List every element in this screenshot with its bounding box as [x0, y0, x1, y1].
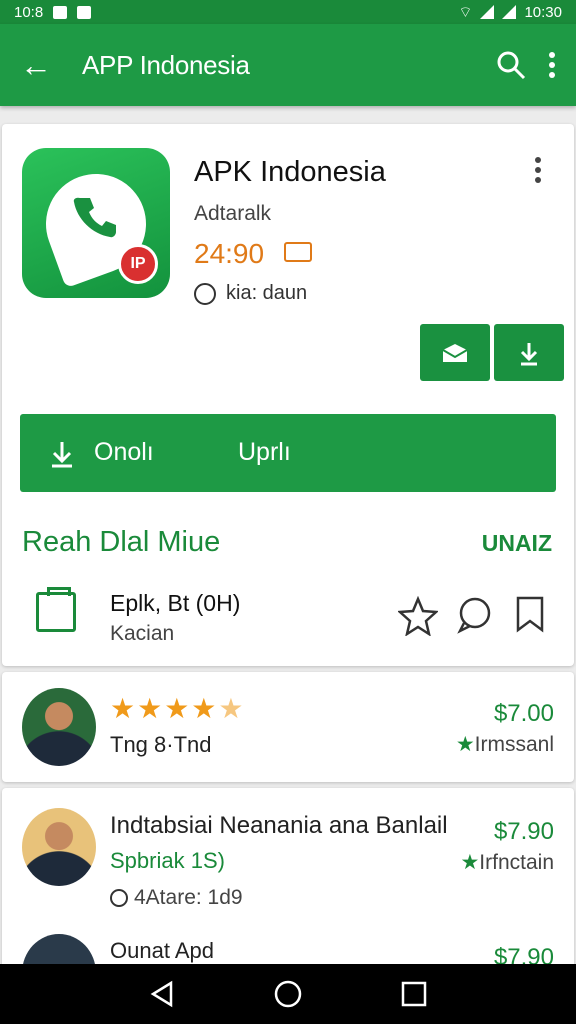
- star-outline-icon[interactable]: [398, 596, 438, 636]
- app-bar: ← APP Indonesia: [0, 24, 576, 106]
- review-card[interactable]: ★★★★★ Tng 8·Tnd $7.00 ★Irmssanl: [2, 672, 574, 782]
- more-vert-icon[interactable]: [548, 51, 556, 79]
- review-name: Ounat Apd: [110, 938, 214, 963]
- status-time-left: 10:8: [14, 3, 44, 21]
- install-label-left: Onolı: [94, 438, 154, 466]
- system-nav-bar: [0, 964, 576, 1024]
- review-price: $7.90: [493, 818, 554, 845]
- info-icon: [194, 282, 216, 305]
- section-link[interactable]: UNAIZ: [482, 530, 552, 557]
- section-title: Reah Dlal Miue: [22, 526, 221, 558]
- app-title: APK Indonesia: [194, 156, 386, 188]
- calendar-icon: [36, 587, 76, 632]
- review-name: Tng 8·Tnd: [110, 732, 212, 757]
- back-nav-icon[interactable]: [149, 980, 175, 1008]
- clock-icon: [110, 889, 128, 907]
- app-detail-card: IP APK Indonesia Adtaralk 24:90 kia: dau…: [2, 124, 574, 666]
- bookmark-icon[interactable]: [512, 594, 548, 634]
- app-info-row: kia: daun: [194, 282, 307, 305]
- home-nav-icon[interactable]: [274, 980, 302, 1008]
- review-card-2[interactable]: Indtabsiai Neanania ana Banlail $7.90 Sp…: [2, 788, 574, 1012]
- review-meta: ★Irfnctain: [460, 851, 554, 874]
- notification-icon: [53, 5, 68, 19]
- mail-icon: [442, 343, 468, 362]
- comment-icon[interactable]: [456, 596, 494, 634]
- wifi-icon: ⌔: [458, 3, 473, 21]
- app-info-text: kia: daun: [226, 282, 308, 304]
- notification-icon-2: [77, 5, 92, 19]
- review-name: Indtabsiai Neanania ana Banlail: [110, 812, 448, 839]
- download-icon: [520, 342, 538, 365]
- card-more-icon[interactable]: [534, 156, 542, 184]
- avatar: [22, 688, 96, 766]
- share-button[interactable]: [420, 324, 490, 381]
- app-price: 24:90: [194, 238, 265, 269]
- app-developer[interactable]: Adtaralk: [194, 202, 271, 226]
- price-tag-icon: [284, 242, 312, 262]
- detail-row-title: Eplk, Bt (0H): [110, 590, 241, 616]
- detail-row-subtitle: Kacian: [110, 622, 175, 645]
- signal-icon-2: [502, 5, 517, 19]
- recents-nav-icon[interactable]: [401, 981, 427, 1007]
- avatar: [22, 808, 96, 886]
- app-icon: IP: [22, 148, 170, 298]
- phone-icon: [73, 197, 116, 238]
- app-bar-title: APP Indonesia: [82, 49, 250, 80]
- install-download-icon: [52, 442, 72, 468]
- review-sub: Spbriak 1S): [110, 848, 225, 873]
- rating-stars: ★★★★★: [110, 693, 246, 724]
- download-small-button[interactable]: [494, 324, 564, 381]
- app-badge: IP: [118, 244, 158, 284]
- signal-icon: [480, 5, 495, 19]
- review-extra: 4Atare: 1d9: [110, 886, 243, 910]
- install-button[interactable]: Onolı Uprlı: [20, 414, 556, 492]
- back-arrow-icon[interactable]: ←: [20, 49, 60, 81]
- install-label-right: Uprlı: [238, 438, 291, 466]
- review-price: $7.00: [493, 700, 554, 727]
- status-time-right: 10:30: [524, 3, 562, 21]
- search-icon[interactable]: [496, 50, 526, 80]
- status-bar: 10:8 ⌔ 10:30: [0, 0, 576, 24]
- review-meta: ★Irmssanl: [455, 733, 554, 756]
